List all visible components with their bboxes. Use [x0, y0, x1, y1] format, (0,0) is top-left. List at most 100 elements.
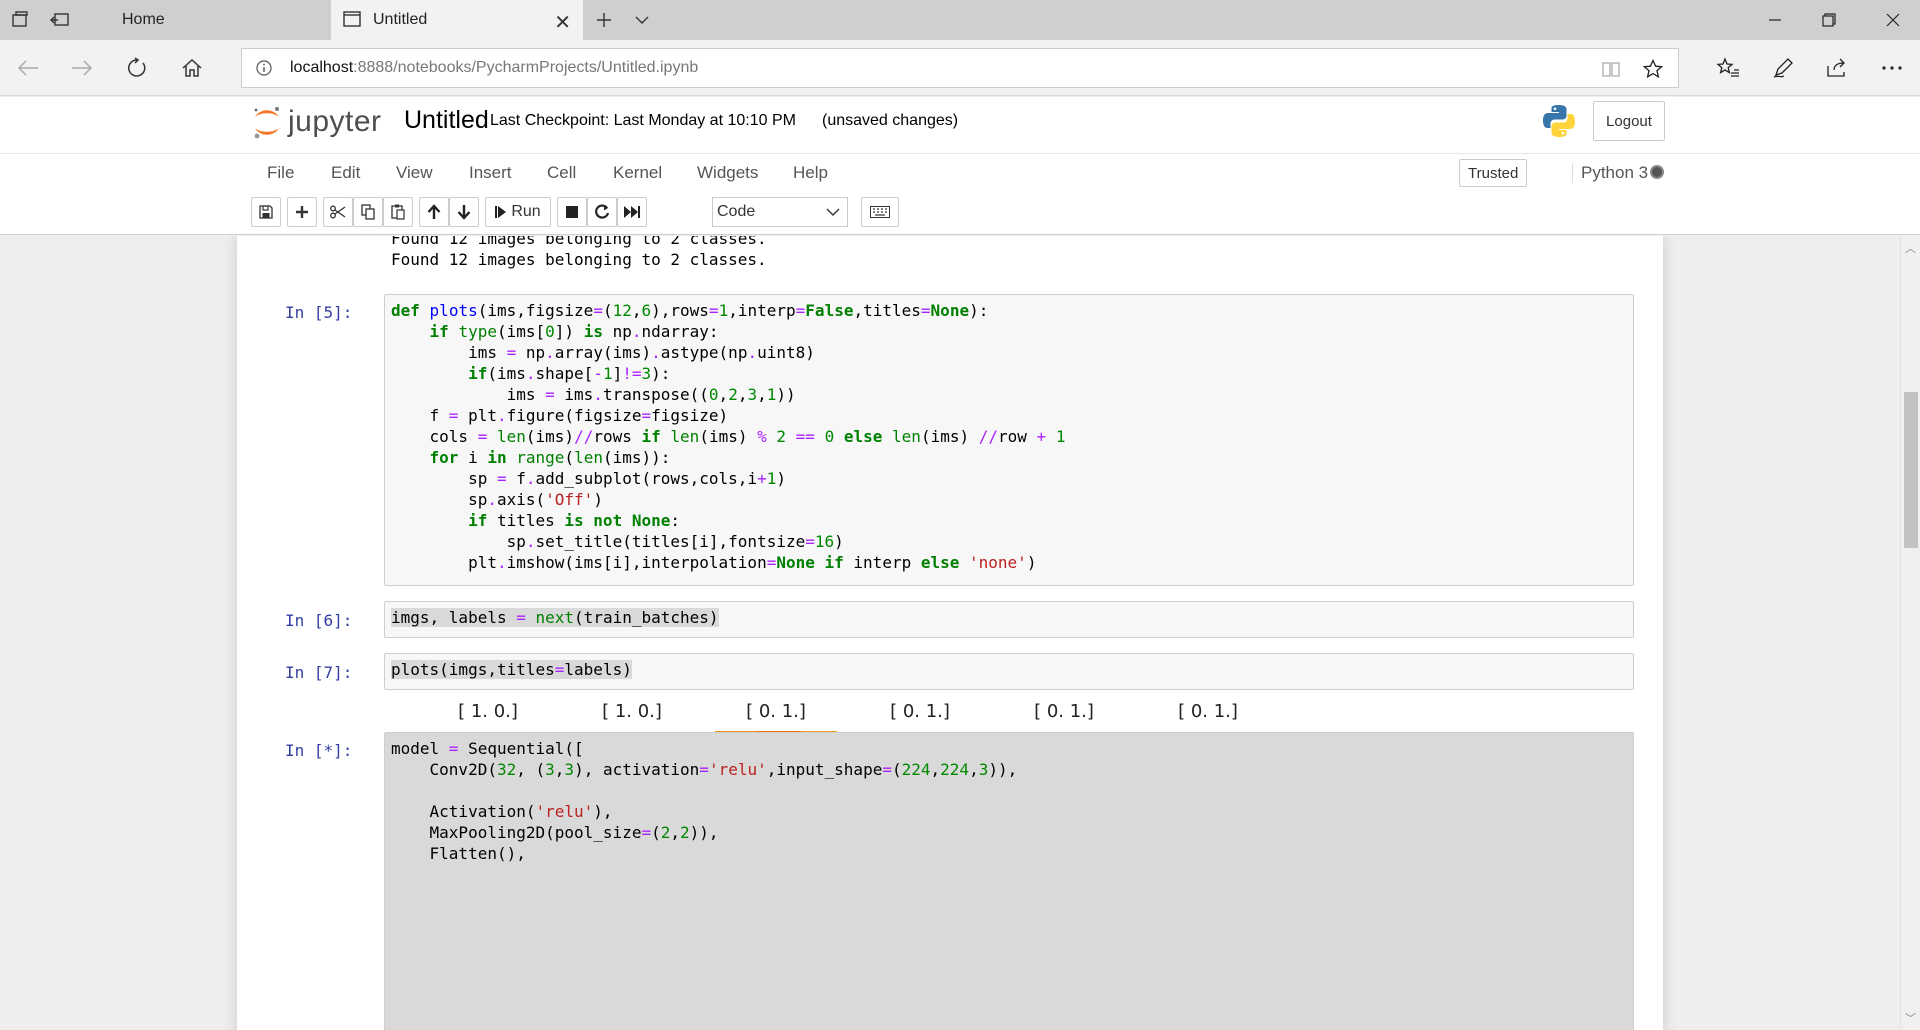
share-icon[interactable]	[1823, 54, 1851, 82]
scroll-down-icon[interactable]: ﹀	[1905, 1010, 1916, 1026]
vertical-scrollbar[interactable]: ︿ ﹀	[1900, 236, 1920, 1030]
jupyter-logo-icon	[254, 107, 279, 139]
logout-button[interactable]: Logout	[1593, 101, 1665, 141]
menu-view[interactable]: View	[396, 163, 433, 183]
save-button[interactable]	[251, 197, 281, 227]
run-label: Run	[511, 203, 541, 220]
notebook-name[interactable]: Untitled	[404, 106, 489, 135]
plot-title: [ 0. 1.]	[1178, 701, 1238, 722]
back-arrow-icon[interactable]	[14, 54, 42, 82]
plot-title: [ 1. 0.]	[602, 701, 662, 722]
copy-icon	[361, 204, 375, 220]
set-aside-tabs-icon[interactable]	[48, 8, 72, 32]
paste-button[interactable]	[383, 197, 413, 227]
cell-output-text: Found 12 images belonging to 2 classes. F…	[391, 236, 767, 270]
plus-icon	[296, 206, 308, 218]
keyboard-icon	[870, 206, 890, 218]
copy-button[interactable]	[353, 197, 383, 227]
tab-actions-icon[interactable]	[8, 8, 32, 32]
interrupt-button[interactable]	[557, 197, 587, 227]
close-window-icon[interactable]	[1866, 0, 1920, 40]
clipboard-icon	[391, 204, 405, 220]
menu-kernel[interactable]: Kernel	[613, 163, 662, 183]
run-button[interactable]: Run	[485, 197, 551, 227]
python-logo-icon	[1541, 103, 1577, 144]
notebook-scroll-area[interactable]: Found 12 images belonging to 2 classes. F…	[0, 236, 1900, 1030]
command-palette-button[interactable]	[861, 197, 899, 227]
info-icon[interactable]	[256, 60, 272, 81]
favorites-hub-icon[interactable]	[1714, 54, 1742, 82]
favorite-star-icon[interactable]	[1642, 58, 1664, 80]
address-bar-row: localhost:8888/notebooks/PycharmProjects…	[0, 40, 1920, 96]
url-path: :8888/notebooks/PycharmProjects/Untitled…	[353, 59, 699, 76]
menu-file[interactable]: File	[267, 163, 294, 183]
plot-title: [ 0. 1.]	[1034, 701, 1094, 722]
scissors-icon	[330, 205, 346, 219]
forward-arrow-icon[interactable]	[68, 54, 96, 82]
checkpoint-status: Last Checkpoint: Last Monday at 10:10 PM	[490, 112, 796, 129]
url-field[interactable]: localhost:8888/notebooks/PycharmProjects…	[241, 48, 1679, 88]
scroll-up-icon[interactable]: ︿	[1905, 240, 1916, 256]
arrow-down-icon	[457, 205, 471, 220]
trusted-badge[interactable]: Trusted	[1459, 159, 1528, 187]
tab-home[interactable]: Home	[82, 0, 330, 40]
scrollbar-thumb[interactable]	[1904, 392, 1918, 548]
restart-button[interactable]	[587, 197, 617, 227]
page-icon	[343, 11, 361, 32]
refresh-icon[interactable]	[123, 54, 151, 82]
fast-forward-icon	[624, 206, 640, 218]
menu-toolbar-area: File Edit View Insert Cell Kernel Widget…	[0, 153, 1920, 235]
url-host: localhost	[290, 59, 354, 76]
plot-title: [ 1. 0.]	[458, 701, 518, 722]
cell-type-select[interactable]: Code	[712, 197, 848, 227]
cell-prompt: In [*]:	[285, 741, 353, 760]
tab-untitled[interactable]: Untitled ✕	[331, 0, 583, 40]
code-cell-input[interactable]: imgs, labels = next(train_batches)	[384, 601, 1634, 638]
url-text: localhost:8888/notebooks/PycharmProjects…	[290, 59, 698, 77]
jupyter-logo[interactable]: jupyter	[252, 104, 382, 140]
home-icon[interactable]	[178, 54, 206, 82]
tab-label: Home	[122, 11, 165, 28]
output-line: Found 12 images belonging to 2 classes.	[391, 250, 767, 269]
menu-cell[interactable]: Cell	[547, 163, 576, 183]
jupyter-wordmark: jupyter	[288, 105, 382, 138]
pen-notes-icon[interactable]	[1769, 54, 1797, 82]
kernel-name[interactable]: Python 3	[1572, 163, 1648, 183]
menu-help[interactable]: Help	[793, 163, 828, 183]
output-line: Found 12 images belonging to 2 classes.	[391, 236, 767, 248]
close-tab-icon[interactable]: ✕	[554, 10, 571, 35]
chevron-down-icon	[825, 204, 841, 225]
save-icon	[259, 205, 273, 219]
code-cell-input[interactable]: def plots(ims,figsize=(12,6),rows=1,inte…	[384, 294, 1634, 586]
move-down-button[interactable]	[449, 197, 479, 227]
code-cell-input[interactable]: plots(imgs,titles=labels)	[384, 653, 1634, 690]
restart-icon	[595, 204, 610, 219]
browser-tab-bar: Home Untitled ✕	[0, 0, 1920, 40]
cell-prompt: In [6]:	[285, 611, 353, 630]
cell-prompt: In [7]:	[285, 663, 353, 682]
menu-widgets[interactable]: Widgets	[697, 163, 758, 183]
new-tab-icon[interactable]	[592, 8, 616, 32]
reading-view-icon[interactable]	[1600, 58, 1622, 80]
restore-icon[interactable]	[1802, 0, 1856, 40]
kernel-idle-icon	[1650, 165, 1664, 179]
menu-bar: File Edit View Insert Cell Kernel Widget…	[251, 154, 1671, 192]
step-forward-icon	[495, 206, 507, 218]
insert-cell-button[interactable]	[287, 197, 317, 227]
cell-prompt: In [5]:	[285, 303, 353, 322]
restart-run-all-button[interactable]	[617, 197, 647, 227]
plot-title: [ 0. 1.]	[890, 701, 950, 722]
more-options-icon[interactable]	[1878, 54, 1906, 82]
move-up-button[interactable]	[419, 197, 449, 227]
unsaved-indicator: (unsaved changes)	[822, 112, 959, 129]
minimize-icon[interactable]	[1748, 0, 1802, 40]
menu-edit[interactable]: Edit	[331, 163, 360, 183]
arrow-up-icon	[427, 204, 441, 219]
plot-title: [ 0. 1.]	[746, 701, 806, 722]
cut-button[interactable]	[323, 197, 353, 227]
chevron-down-icon[interactable]	[630, 8, 654, 32]
code-cell-input[interactable]: model = Sequential([ Conv2D(32, (3,3), a…	[384, 732, 1634, 1030]
tab-label: Untitled	[373, 11, 428, 28]
cell-type-value: Code	[717, 203, 756, 220]
menu-insert[interactable]: Insert	[469, 163, 512, 183]
